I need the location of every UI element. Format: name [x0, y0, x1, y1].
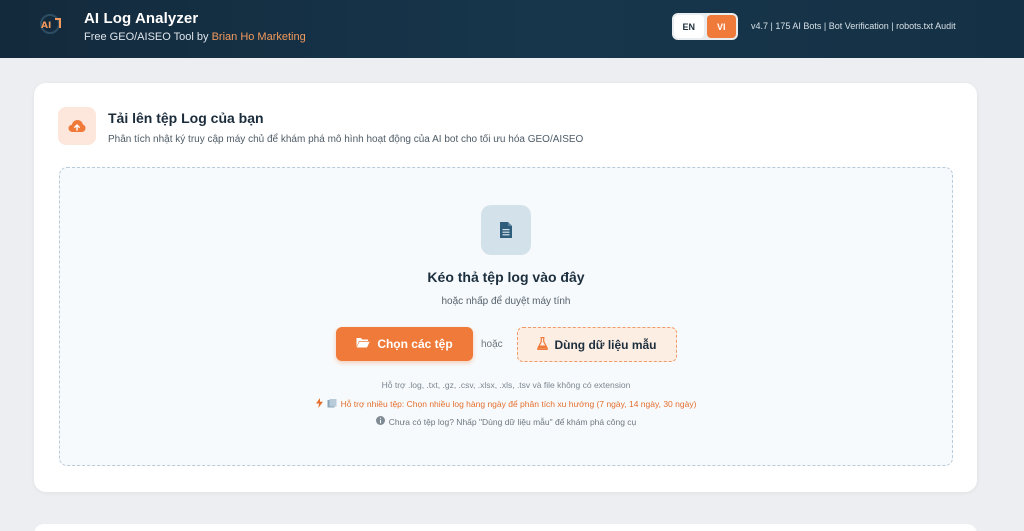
use-sample-data-button[interactable]: Dùng dữ liệu mẫu: [517, 327, 677, 362]
supported-formats-text: Hỗ trợ .log, .txt, .gz, .csv, .xlsx, .xl…: [381, 380, 631, 390]
file-document-icon: [481, 205, 531, 255]
upload-card: Tải lên tệp Log của bạn Phân tích nhật k…: [34, 83, 977, 492]
svg-text:AI: AI: [41, 21, 51, 31]
subtitle-text: Free GEO/AISEO Tool by: [84, 31, 212, 43]
choose-files-button[interactable]: Chọn các tệp: [336, 327, 473, 361]
lang-vi-button[interactable]: VI: [706, 15, 736, 38]
upload-title: Tải lên tệp Log của bạn: [108, 110, 264, 126]
no-log-hint-text: Chưa có tệp log? Nhấp "Dùng dữ liệu mẫu"…: [388, 416, 637, 427]
ai-logo-icon: AI: [38, 9, 66, 37]
next-section-card: [34, 524, 977, 531]
drop-subtitle: hoặc nhấp để duyệt máy tính: [441, 296, 571, 307]
multi-file-hint-text: Hỗ trợ nhiều tệp: Chọn nhiều log hàng ng…: [340, 399, 697, 409]
version-info: v4.7 | 175 AI Bots | Bot Verification | …: [751, 21, 956, 31]
files-icon: [327, 398, 337, 410]
folder-open-icon: [356, 337, 370, 351]
or-separator: hoặc: [481, 339, 503, 350]
upload-description: Phân tích nhật ký truy cập máy chủ để kh…: [108, 134, 584, 145]
flask-icon: [537, 336, 549, 353]
app-subtitle: Free GEO/AISEO Tool by Brian Ho Marketin…: [84, 31, 306, 43]
multi-file-hint: Hỗ trợ nhiều tệp: Chọn nhiều log hàng ng…: [60, 398, 952, 410]
info-circle-icon: [375, 416, 385, 427]
use-sample-data-label: Dùng dữ liệu mẫu: [554, 337, 657, 352]
file-dropzone[interactable]: Kéo thả tệp log vào đây hoặc nhấp để duy…: [59, 167, 953, 466]
language-switcher: EN VI: [672, 13, 738, 40]
brand-link[interactable]: Brian Ho Marketing: [212, 31, 306, 43]
bolt-icon: [315, 398, 323, 410]
app-header: AI AI Log Analyzer Free GEO/AISEO Tool b…: [0, 0, 1024, 58]
app-title: AI Log Analyzer: [84, 10, 199, 27]
no-log-hint: Chưa có tệp log? Nhấp "Dùng dữ liệu mẫu"…: [60, 416, 952, 427]
cloud-upload-icon: [58, 107, 96, 145]
drop-title: Kéo thả tệp log vào đây: [427, 269, 585, 285]
choose-files-label: Chọn các tệp: [377, 337, 453, 351]
lang-en-button[interactable]: EN: [674, 15, 704, 38]
